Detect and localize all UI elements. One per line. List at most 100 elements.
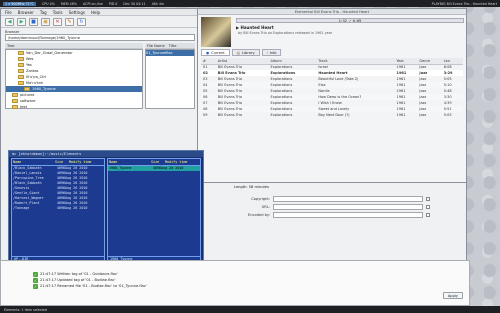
playlist-cell: Jazz — [419, 113, 427, 117]
encoded-by-field[interactable] — [273, 212, 423, 218]
tab-info[interactable]: i Info — [261, 49, 282, 56]
tree-item-label: 1960_Tyunne — [32, 87, 56, 91]
mc-cell: 4096 — [56, 206, 65, 210]
playlist-cell: Bill Evans Trio — [217, 113, 242, 117]
mc-right-panel[interactable]: Name Size Modify time 1960_Tyunne 4096 Aug… — [107, 158, 201, 262]
log-panel: ✓ 21:47:17 Written tag of '01 - Guidance… — [0, 260, 470, 306]
back-button[interactable]: ◀ — [5, 17, 14, 26]
check-icon: ✓ — [33, 277, 38, 283]
log-row: ✓ 21:47:17 Renamed file '01 - Budlae.fla… — [33, 283, 147, 289]
progress-bar[interactable]: 1:52 / 6:09 — [236, 18, 464, 23]
tree-item-label: Zardas — [26, 69, 39, 73]
url-checkbox[interactable] — [426, 205, 430, 209]
clock: Dec 30 04:11 — [123, 1, 146, 6]
refresh-icon: ↻ — [79, 18, 84, 25]
menu-bar: File Browser Tag Tools Settings Help — [1, 9, 199, 16]
tree-item-label: Wes — [26, 57, 34, 61]
browser-section: Browser /home/dominuud/Tonnage/1960_Tyun… — [1, 28, 199, 43]
tree-item-label: Ill'u'pa_Ctrl — [26, 75, 46, 79]
col-title[interactable]: Title — [169, 44, 177, 48]
playlist-row[interactable]: 09 Bill Evans Trio Explorations Boy Next Do… — [201, 112, 463, 118]
check-icon: ✓ — [33, 283, 38, 289]
folder-icon — [12, 105, 18, 109]
select-icon: ▣ — [43, 18, 48, 25]
save-icon: ■ — [31, 18, 36, 25]
playlist-cell: Boy Next Door (?) — [318, 113, 350, 117]
copyright-field[interactable] — [273, 196, 423, 202]
track-title: ▶ Haunted Heart — [236, 25, 274, 30]
folder-tree: Van_Der_Graaf_Generator Wes Yes Zardas Ill'u… — [5, 49, 143, 109]
col-file-name[interactable]: File Name — [147, 44, 165, 48]
file-list: 01_Tyunnelflac — [145, 49, 195, 109]
folder-icon — [18, 81, 24, 85]
url-row: URL: — [228, 203, 466, 211]
clear-icon: ✕ — [55, 18, 60, 25]
path-input[interactable]: /home/dominuud/Tonnage/1960_Tyunne — [5, 34, 195, 41]
folder-icon — [18, 63, 24, 67]
track-subtitle: by Bill Evans Trio on Explorations relea… — [238, 31, 333, 35]
encoded-by-label: Encoded by: — [248, 213, 270, 217]
tab-library[interactable]: ▤ Library — [231, 49, 260, 56]
player-title: Elemental Bill Evans Trio - Haunted Hear… — [198, 9, 466, 15]
tree-item-label: Yes — [26, 63, 32, 67]
menu-tools[interactable]: Tools — [53, 10, 63, 15]
tree-item-label: text — [20, 105, 28, 109]
forward-button[interactable]: ▶ — [17, 17, 26, 26]
cpu-stat: CPU 0% — [41, 1, 55, 6]
tree-item-label: pictures — [20, 93, 35, 97]
folder-icon — [12, 99, 18, 103]
tree-item[interactable]: text — [6, 104, 142, 110]
menu-browser[interactable]: Browser — [18, 10, 34, 15]
toolbar: ◀ ▶ ■ ▣ ✕ ✎ ↻ — [1, 16, 199, 28]
menu-file[interactable]: File — [5, 10, 12, 15]
mc-file-row[interactable]: /Tonnage 4096 Aug 26 2010 — [12, 206, 104, 211]
playlist: # Artist Album Track Year Genre Len 01 Bill Eva… — [201, 58, 463, 118]
mc-file-row[interactable]: 1960_Tyunne 4096 Aug 26 2010 — [108, 166, 200, 171]
select-all-button[interactable]: ▣ — [41, 17, 50, 26]
terminal-window: mc [ektordemon]:~/music/Elements Name Si… — [8, 150, 204, 268]
mc-cell: /Tonnage — [13, 206, 30, 210]
album-art — [201, 17, 231, 47]
url-label: URL: — [261, 205, 270, 209]
copyright-checkbox[interactable] — [426, 197, 430, 201]
tab-current[interactable]: ● Current — [201, 49, 230, 56]
mc-cell: 1960_Tyunne — [109, 166, 132, 170]
playlist-cell: 09 — [203, 113, 208, 117]
url-field[interactable] — [273, 204, 423, 210]
folder-icon — [18, 57, 24, 61]
menu-tag[interactable]: Tag — [40, 10, 47, 15]
menu-settings[interactable]: Settings — [69, 10, 85, 15]
copyright-row: Copyright: — [228, 195, 466, 203]
library-icon: ▤ — [236, 50, 241, 55]
info-icon: i — [266, 50, 268, 55]
mc-cell: Aug 26 2010 — [65, 206, 88, 210]
playlist-length: Length: 58 minutes — [234, 185, 270, 189]
uptime: 46h 4m — [151, 1, 165, 6]
mc-left-panel[interactable]: Name Size Modify time /Black_Sabbath 4096… — [11, 158, 105, 262]
clear-button[interactable]: ✕ — [53, 17, 62, 26]
tree-item-label: Van_Der_Graaf_Generator — [26, 51, 73, 55]
tree-item-label: software — [20, 99, 36, 103]
scan-button[interactable]: ✎ — [65, 17, 74, 26]
encoded-by-row: Encoded by: — [228, 211, 466, 219]
save-button[interactable]: ■ — [29, 17, 38, 26]
menu-help[interactable]: Help — [91, 10, 100, 15]
mc-right-header: Name Size Modify time — [108, 159, 200, 166]
folder-icon — [24, 87, 30, 91]
mc-left-header: Name Size Modify time — [12, 159, 104, 166]
playlist-cell: 1961 — [396, 113, 406, 117]
folder-icon — [18, 69, 24, 73]
acpi-stat: ACPI on-line — [82, 1, 103, 6]
arrow-left-icon: ◀ — [7, 18, 12, 25]
apply-button[interactable]: Apply — [442, 292, 463, 299]
workspace-indicator[interactable]: 1 ¤ 900MHz 71°C — [3, 1, 36, 6]
now-playing-text: PLAYING Bill Evans Trio - Haunted Heart — [431, 1, 497, 6]
encoded-by-checkbox[interactable] — [426, 213, 430, 217]
refresh-button[interactable]: ↻ — [77, 17, 86, 26]
folder-icon — [18, 51, 24, 55]
file-row[interactable]: 01_Tyunnelflac — [146, 50, 194, 56]
status-text: Elements: 1 item selected — [4, 307, 48, 312]
folder-icon — [12, 93, 18, 97]
scan-icon: ✎ — [67, 18, 72, 25]
system-top-bar: 1 ¤ 900MHz 71°C CPU 0% MEM 48% ACPI on-l… — [0, 0, 500, 7]
